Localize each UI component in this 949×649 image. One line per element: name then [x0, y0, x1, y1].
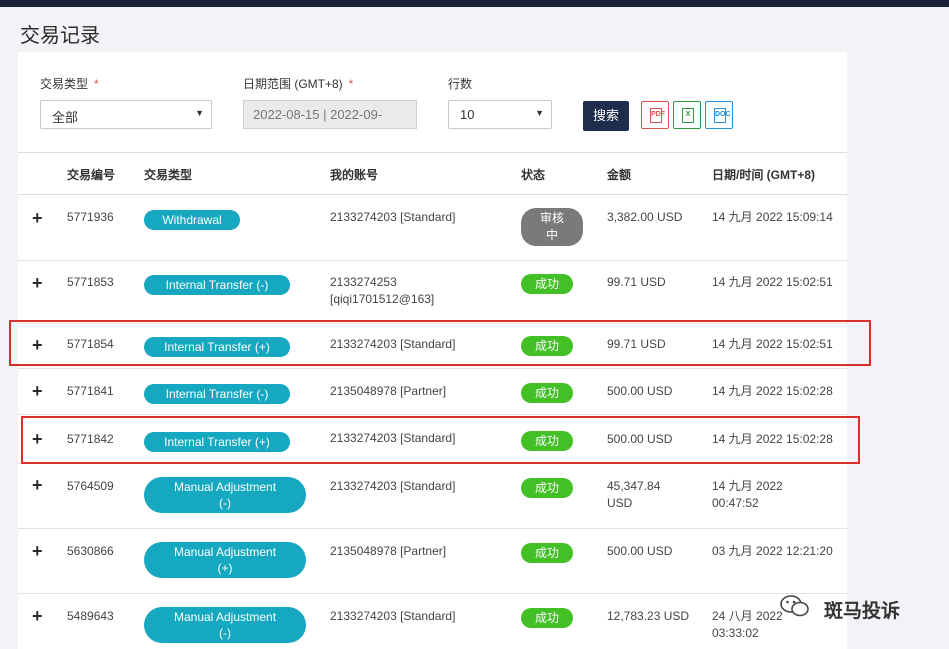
rows-select[interactable]: 10 ▼: [448, 100, 552, 129]
col-header-amount: 金额: [607, 168, 632, 182]
top-nav-bar: [0, 0, 949, 7]
datetime: 14 九月 2022 15:02:28: [712, 384, 833, 398]
transaction-id: 5764509: [67, 479, 114, 493]
expand-icon[interactable]: +: [32, 476, 43, 494]
amount: 3,382.00 USD: [607, 210, 683, 224]
account-number: 2133274203 [Standard]: [330, 609, 456, 623]
col-header-account: 我的账号: [330, 168, 379, 182]
table-row[interactable]: + 5489643 Manual Adjustment (-) 213327420…: [18, 594, 847, 649]
datetime: 14 九月 2022 00:47:52: [712, 479, 783, 510]
doc-icon: DOC: [714, 108, 731, 123]
export-pdf-button[interactable]: PDF: [641, 101, 669, 129]
search-button[interactable]: 搜索: [583, 101, 629, 131]
export-excel-button[interactable]: X: [673, 101, 701, 129]
account-number: 2133274203 [Standard]: [330, 210, 456, 224]
account-number: 2133274203 [Standard]: [330, 479, 456, 493]
table-row[interactable]: + 5771853 Internal Transfer (-) 21332742…: [18, 261, 847, 323]
chevron-down-icon: ▼: [535, 108, 544, 118]
datetime: 14 九月 2022 15:02:51: [712, 275, 833, 289]
table-top-border: [18, 152, 847, 153]
col-header-id: 交易编号: [67, 168, 116, 182]
rows-filter-label: 行数: [448, 77, 473, 91]
status-badge: 审核中: [521, 208, 583, 246]
export-doc-button[interactable]: DOC: [705, 101, 733, 129]
page-title: 交易记录: [20, 25, 100, 47]
amount: 45,347.84 USD: [607, 479, 661, 510]
status-badge: 成功: [521, 383, 573, 403]
expand-icon[interactable]: +: [32, 542, 43, 560]
amount: 500.00 USD: [607, 544, 673, 558]
transaction-type-badge: Manual Adjustment (-): [144, 477, 306, 513]
account-number: 2133274253 [qiqi1701512@163]: [330, 275, 435, 306]
datetime: 24 八月 2022 03:33:02: [712, 609, 783, 640]
datetime: 14 九月 2022 15:09:14: [712, 210, 833, 224]
table-row[interactable]: + 5771841 Internal Transfer (-) 21350489…: [18, 369, 847, 414]
transaction-type-badge: Manual Adjustment (-): [144, 607, 306, 643]
expand-icon[interactable]: +: [32, 274, 43, 292]
status-badge: 成功: [521, 608, 573, 628]
account-number: 2135048978 [Partner]: [330, 384, 447, 398]
pdf-icon: PDF: [650, 108, 665, 123]
excel-icon: X: [682, 108, 694, 123]
status-badge: 成功: [521, 543, 573, 563]
date-filter-label: 日期范围 (GMT+8) *: [243, 77, 354, 91]
amount: 12,783.23 USD: [607, 609, 690, 623]
datetime: 03 九月 2022 12:21:20: [712, 544, 833, 558]
col-header-status: 状态: [521, 168, 546, 182]
watermark-text: 斑马投诉: [824, 601, 901, 622]
transaction-id: 5489643: [67, 609, 114, 623]
status-badge: 成功: [521, 274, 573, 294]
expand-icon[interactable]: +: [32, 607, 43, 625]
transaction-type-badge: Withdrawal: [144, 210, 240, 230]
table-row[interactable]: + 5764509 Manual Adjustment (-) 213327420…: [18, 464, 847, 528]
highlight-box: [9, 320, 871, 366]
type-select[interactable]: 全部 ▼: [40, 100, 212, 129]
col-header-type: 交易类型: [144, 168, 193, 182]
table-row[interactable]: + 5630866 Manual Adjustment (+) 213504897…: [18, 529, 847, 593]
transaction-type-badge: Manual Adjustment (+): [144, 542, 306, 578]
amount: 99.71 USD: [607, 275, 666, 289]
chevron-down-icon: ▼: [195, 108, 204, 118]
status-badge: 成功: [521, 478, 573, 498]
transaction-id: 5630866: [67, 544, 114, 558]
amount: 500.00 USD: [607, 384, 673, 398]
expand-icon[interactable]: +: [32, 382, 43, 400]
wechat-icon: [780, 595, 809, 617]
transaction-type-badge: Internal Transfer (-): [144, 275, 290, 295]
transaction-id: 5771936: [67, 210, 114, 224]
highlight-box: [21, 416, 860, 464]
transaction-id: 5771853: [67, 275, 114, 289]
table-row[interactable]: + 5771936 Withdrawal 2133274203 [Standar…: [18, 195, 847, 260]
type-filter-label: 交易类型 *: [40, 77, 99, 91]
col-header-datetime: 日期/时间 (GMT+8): [712, 168, 816, 182]
transaction-type-badge: Internal Transfer (-): [144, 384, 290, 404]
expand-icon[interactable]: +: [32, 209, 43, 227]
date-range-input[interactable]: 2022-08-15 | 2022-09-: [243, 100, 417, 129]
transaction-id: 5771841: [67, 384, 114, 398]
account-number: 2135048978 [Partner]: [330, 544, 447, 558]
